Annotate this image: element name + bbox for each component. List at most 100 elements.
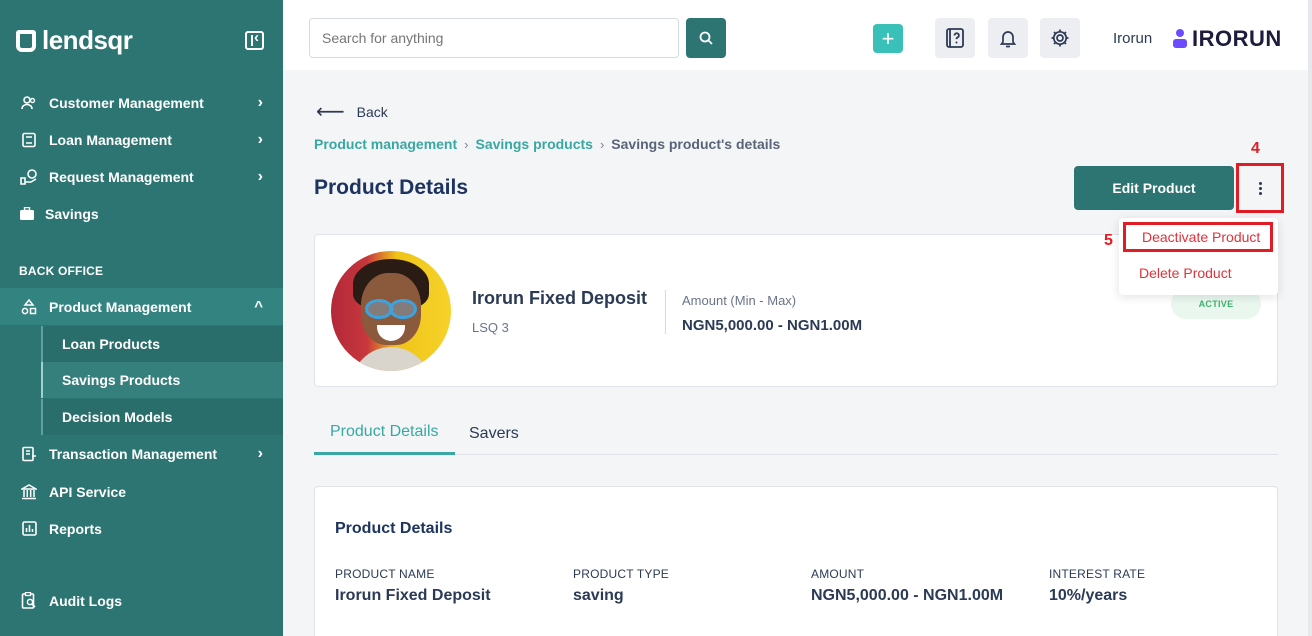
section-label-back-office: BACK OFFICE — [19, 264, 104, 278]
sidebar-item-savings[interactable]: Savings — [0, 195, 283, 232]
deactivate-product-menu-item[interactable]: Deactivate Product — [1123, 222, 1273, 252]
sidebar-item-customer-management[interactable]: Customer Management › — [0, 84, 283, 121]
field-interest-rate: INTEREST RATE 10%/years — [1049, 567, 1145, 605]
step-marker-5: 5 — [1104, 232, 1113, 249]
product-icon — [20, 298, 38, 315]
more-options-button[interactable] — [1236, 163, 1284, 213]
sidebar-subitem-loan-products[interactable]: Loan Products — [41, 326, 283, 362]
sidebar-subitem-label: Savings Products — [62, 372, 181, 388]
user-name[interactable]: Irorun — [1113, 30, 1152, 47]
sidebar-item-label: Customer Management — [49, 94, 204, 111]
audit-icon — [20, 592, 38, 609]
org-logo: IRORUN — [1173, 26, 1282, 52]
chevron-right-icon: › — [257, 93, 263, 111]
sidebar-item-product-management[interactable]: Product Management ^ — [0, 288, 283, 325]
sidebar-item-transaction-management[interactable]: Transaction Management › — [0, 435, 283, 472]
product-details-card: Product Details PRODUCT NAME Irorun Fixe… — [314, 486, 1278, 636]
amount-value: NGN5,000.00 - NGN1.00M — [682, 317, 863, 334]
arrow-left-icon: ⟵ — [316, 101, 345, 123]
sidebar-item-audit-logs[interactable]: Audit Logs — [0, 582, 283, 619]
chevron-right-icon: › — [257, 167, 263, 185]
sidebar: lendsqr Customer Management › Loan Manag… — [0, 0, 283, 636]
breadcrumb-savings-products[interactable]: Savings products — [475, 136, 592, 152]
divider — [665, 290, 666, 334]
field-product-name: PRODUCT NAME Irorun Fixed Deposit — [335, 567, 491, 605]
transaction-icon — [20, 446, 38, 462]
chevron-right-icon: › — [464, 136, 469, 152]
field-value: saving — [573, 587, 624, 604]
sidebar-item-label: Loan Management — [49, 131, 172, 148]
product-avatar — [331, 251, 451, 371]
reports-icon — [20, 521, 38, 537]
sidebar-item-label: Request Management — [49, 168, 194, 185]
search-input[interactable] — [309, 18, 679, 58]
breadcrumb-product-management[interactable]: Product management — [314, 136, 457, 152]
help-book-icon — [946, 28, 964, 48]
field-amount: AMOUNT NGN5,000.00 - NGN1.00M — [811, 567, 1003, 605]
product-name: Irorun Fixed Deposit — [472, 288, 648, 308]
chevron-right-icon: › — [257, 130, 263, 148]
search-button[interactable] — [686, 18, 726, 58]
sidebar-item-label: Product Management — [49, 298, 192, 315]
delete-product-menu-item[interactable]: Delete Product — [1119, 265, 1278, 281]
logo-text: lendsqr — [42, 25, 133, 55]
chevron-right-icon: › — [599, 136, 605, 152]
field-label: INTEREST RATE — [1049, 567, 1146, 581]
request-icon — [20, 168, 38, 185]
sidebar-subitem-label: Decision Models — [62, 409, 173, 425]
bell-icon — [1000, 30, 1016, 47]
field-product-type: PRODUCT TYPE saving — [573, 567, 669, 605]
sidebar-item-label: API Service — [49, 483, 127, 500]
sidebar-item-reports[interactable]: Reports — [0, 510, 283, 547]
field-value: Irorun Fixed Deposit — [335, 587, 491, 604]
field-label: PRODUCT TYPE — [573, 567, 669, 581]
more-options-menu: Deactivate Product Delete Product — [1119, 218, 1278, 295]
tab-product-details[interactable]: Product Details — [314, 412, 455, 455]
chevron-up-icon: ^ — [254, 298, 263, 315]
details-title: Product Details — [335, 520, 453, 537]
gear-icon — [1051, 29, 1069, 47]
top-bar: + Irorun IRORUN — [283, 0, 1312, 70]
breadcrumb-current: Savings product's details — [611, 136, 781, 152]
sidebar-item-label: Audit Logs — [49, 592, 123, 609]
field-value: NGN5,000.00 - NGN1.00M — [811, 587, 1004, 604]
sidebar-item-api-service[interactable]: API Service — [0, 473, 283, 510]
back-link[interactable]: ⟵ Back — [316, 102, 388, 122]
field-value: 10%/years — [1049, 587, 1128, 604]
sidebar-item-request-management[interactable]: Request Management › — [0, 158, 283, 195]
lendsqr-logo[interactable]: lendsqr — [16, 25, 133, 56]
logo-mark-icon — [16, 29, 36, 52]
notifications-button[interactable] — [988, 18, 1028, 58]
sidebar-collapse-icon[interactable] — [245, 29, 264, 50]
settings-button[interactable] — [1040, 18, 1080, 58]
sidebar-item-label: Transaction Management — [49, 445, 218, 462]
sidebar-subitem-label: Loan Products — [62, 336, 161, 352]
step-marker-4: 4 — [1251, 140, 1260, 157]
users-icon — [20, 95, 38, 111]
back-label: Back — [356, 104, 388, 120]
tab-bar: Product Details Savers — [314, 412, 1278, 455]
sidebar-subitem-decision-models[interactable]: Decision Models — [41, 399, 283, 435]
org-logo-icon — [1173, 29, 1187, 49]
page-title: Product Details — [314, 176, 469, 199]
help-button[interactable] — [935, 18, 975, 58]
breadcrumb: Product management › Savings products › … — [314, 136, 780, 152]
chevron-right-icon: › — [257, 444, 263, 462]
bank-icon — [20, 483, 38, 500]
kebab-icon — [1258, 181, 1262, 195]
search-icon — [699, 31, 713, 45]
amount-label: Amount (Min - Max) — [682, 293, 797, 308]
sidebar-item-label: Savings — [45, 205, 99, 222]
sidebar-subitem-savings-products[interactable]: Savings Products — [41, 362, 283, 398]
sidebar-item-label: Reports — [49, 520, 102, 537]
edit-product-button[interactable]: Edit Product — [1074, 166, 1234, 210]
tab-savers[interactable]: Savers — [453, 412, 535, 455]
loan-icon — [20, 132, 38, 148]
sidebar-item-loan-management[interactable]: Loan Management › — [0, 121, 283, 158]
field-label: AMOUNT — [811, 567, 865, 581]
briefcase-icon — [20, 206, 34, 222]
org-logo-text: IRORUN — [1192, 26, 1282, 51]
field-label: PRODUCT NAME — [335, 567, 435, 581]
add-button[interactable]: + — [873, 24, 903, 53]
page-scrollbar[interactable] — [1308, 0, 1312, 636]
